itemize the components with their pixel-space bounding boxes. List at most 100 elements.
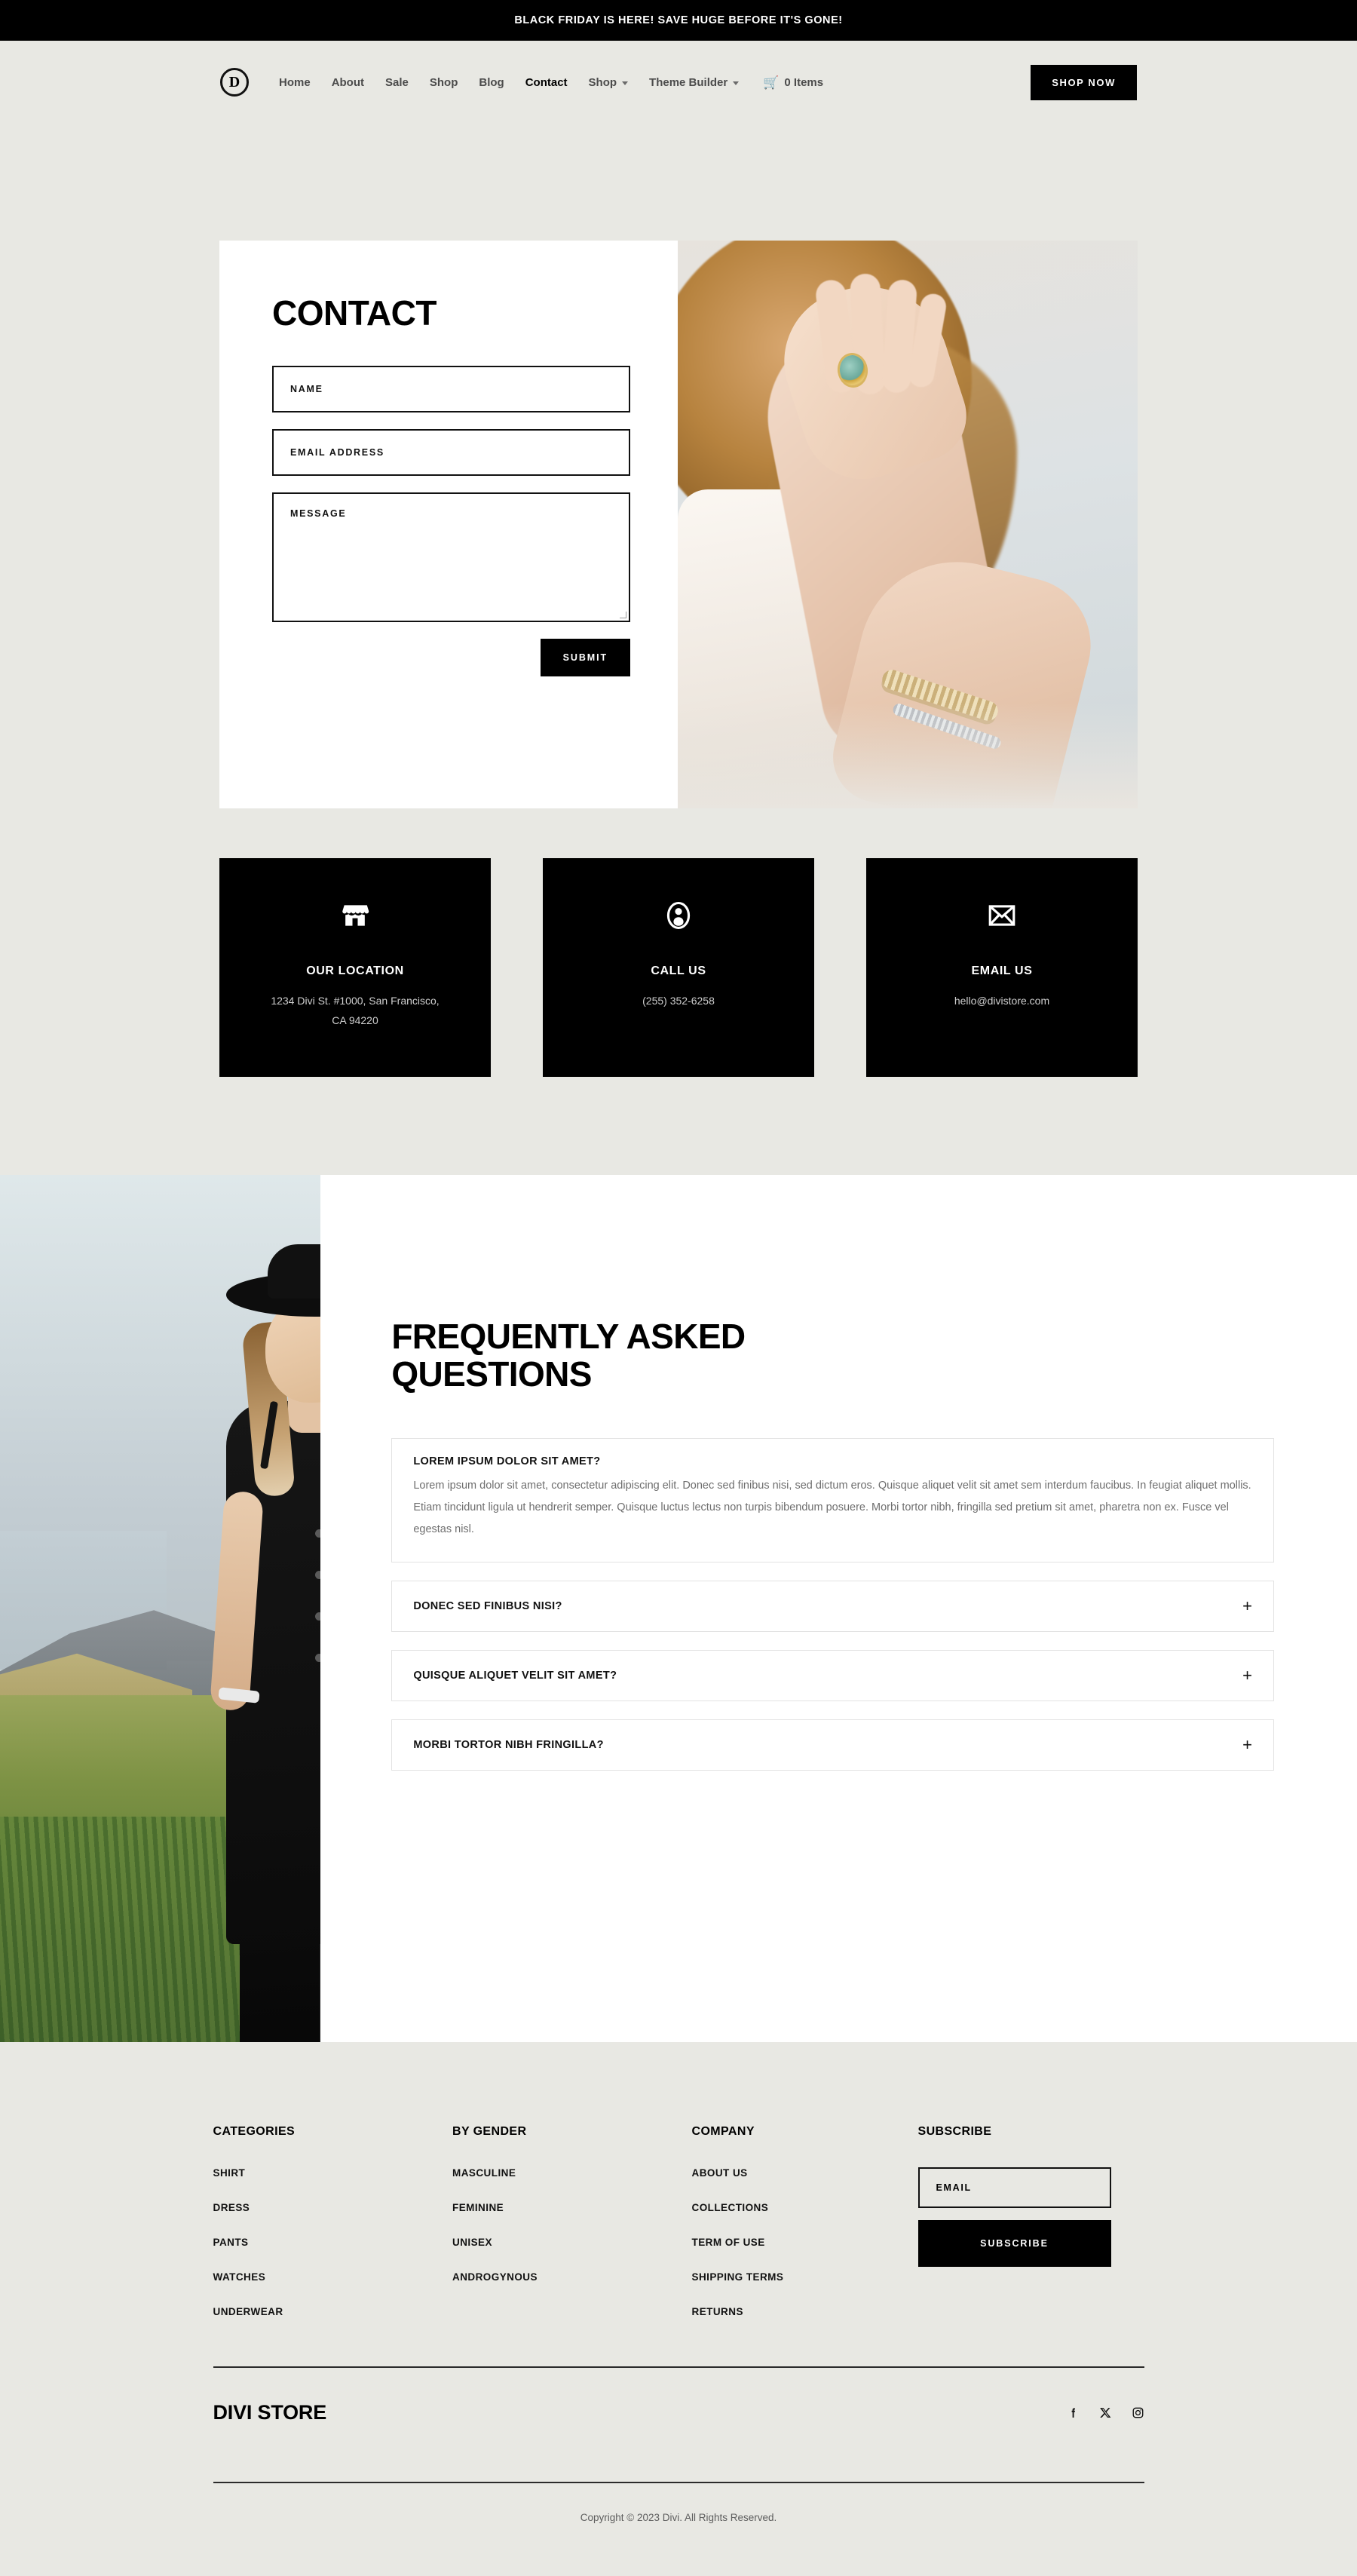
footer-link[interactable]: ANDROGYNOUS [452,2271,692,2283]
footer-columns: CATEGORIES SHIRT DRESS PANTS WATCHES UNDERWEA… [213,2125,1144,2341]
nav-item-label: Blog [479,75,504,89]
info-card-title: OUR LOCATION [306,964,404,977]
resize-handle-icon[interactable] [620,612,626,618]
faq-question-header[interactable]: DONEC SED FINIBUS NISI? + [392,1581,1273,1631]
footer-link[interactable]: COLLECTIONS [692,2202,918,2213]
nav-item-shop[interactable]: Shop [419,76,469,89]
nav-item-about[interactable]: About [321,76,375,89]
footer-column-subscribe: SUBSCRIBE EMAIL SUBSCRIBE [917,2125,1144,2341]
footer-column-categories: CATEGORIES SHIRT DRESS PANTS WATCHES UNDERWEA… [213,2125,453,2341]
logo-letter: D [228,74,240,90]
footer-inner: CATEGORIES SHIRT DRESS PANTS WATCHES UNDERWEA… [213,2125,1144,2576]
faq-question-text: MORBI TORTOR NIBH FRINGILLA? [413,1739,604,1752]
chevron-down-icon [733,81,740,85]
chevron-down-icon [622,81,629,85]
faq-question-text: DONEC SED FINIBUS NISI? [413,1600,562,1613]
subscribe-title: SUBSCRIBE [917,2125,992,2138]
name-input-label: NAME [290,384,323,394]
nav-item-theme-builder[interactable]: Theme Builder [639,76,749,89]
storefront-icon [338,899,372,936]
user-circle-icon [662,899,695,936]
copyright-text: Copyright © 2023 Divi. All Rights Reserv… [580,2512,777,2523]
site-footer: CATEGORIES SHIRT DRESS PANTS WATCHES UNDERWEA… [0,2042,1357,2576]
faq-question-header[interactable]: LOREM IPSUM DOLOR SIT AMET? [392,1439,1273,1475]
submit-button[interactable]: SUBMIT [540,639,630,676]
social-links [1067,2406,1144,2419]
page-root: BLACK FRIDAY IS HERE! SAVE HUGE BEFORE I… [0,0,1357,2576]
footer-brand-name: DIVI STORE [213,2401,327,2424]
main-navigation: Home About Sale Shop Blog Contact Shop Theme Bu… [268,76,1031,89]
message-textarea[interactable]: MESSAGE [272,492,630,622]
faq-item[interactable]: QUISQUE ALIQUET VELIT SIT AMET? + [391,1650,1274,1702]
info-card-call-us: CALL US (255) 352-6258 [543,858,814,1077]
faq-question-header[interactable]: QUISQUE ALIQUET VELIT SIT AMET? + [392,1651,1273,1700]
shop-now-button[interactable]: SHOP NOW [1031,64,1137,100]
footer-brand-row: DIVI STORE [213,2368,1144,2456]
divi-logo-icon[interactable]: D [220,68,249,97]
faq-toggle-icon[interactable]: + [1242,1737,1252,1753]
x-twitter-icon[interactable] [1099,2406,1112,2419]
faq-accordion: LOREM IPSUM DOLOR SIT AMET? Lorem ipsum d… [391,1438,1274,1771]
faq-content: FREQUENTLY ASKED QUESTIONS LOREM IPSUM D… [320,1175,1357,2042]
nav-item-label: Home [279,75,311,89]
footer-link[interactable]: SHIRT [213,2167,453,2179]
faq-toggle-icon[interactable]: + [1242,1598,1252,1615]
faq-question-text: QUISQUE ALIQUET VELIT SIT AMET? [413,1670,617,1682]
jewelry-model-photo [678,241,1138,808]
nav-item-label: Shop [588,75,617,89]
subscribe-button[interactable]: SUBSCRIBE [917,2220,1111,2267]
nav-item-label: Contact [525,75,568,89]
faq-item[interactable]: MORBI TORTOR NIBH FRINGILLA? + [391,1719,1274,1771]
footer-column-title: CATEGORIES [213,2125,296,2138]
info-card-text: 1234 Divi St. #1000, San Francisco, CA 9… [271,995,440,1026]
contact-section: CONTACT NAME EMAIL ADDRESS MESSAGE SUBMI… [0,124,1357,1175]
email-input-label: EMAIL ADDRESS [290,447,384,458]
cart-link[interactable]: 🛒 0 Items [749,76,834,89]
nav-item-shop[interactable]: Shop [578,76,639,89]
footer-column-title: BY GENDER [452,2125,527,2138]
shopping-cart-icon: 🛒 [763,75,780,90]
footer-link[interactable]: WATCHES [213,2271,453,2283]
subscribe-email-input[interactable]: EMAIL [917,2167,1111,2208]
faq-question-header[interactable]: MORBI TORTOR NIBH FRINGILLA? + [392,1720,1273,1770]
nav-item-sale[interactable]: Sale [375,76,419,89]
email-input[interactable]: EMAIL ADDRESS [272,429,630,476]
contact-title: CONTACT [272,293,437,333]
nav-item-contact[interactable]: Contact [515,76,578,89]
footer-column-by-gender: BY GENDER MASCULINE FEMININE UNISEX ANDROGYN… [452,2125,692,2341]
info-card-email-us: EMAIL US hello@divistore.com [866,858,1138,1077]
announcement-bar: BLACK FRIDAY IS HERE! SAVE HUGE BEFORE I… [0,0,1357,41]
footer-link[interactable]: SHIPPING TERMS [692,2271,918,2283]
faq-toggle-icon[interactable]: + [1242,1667,1252,1684]
footer-link[interactable]: DRESS [213,2202,453,2213]
instagram-icon[interactable] [1132,2406,1144,2419]
envelope-icon [985,899,1019,936]
cart-count-label: 0 Items [784,75,824,89]
nav-item-label: About [331,75,365,89]
footer-column-title: COMPANY [691,2125,755,2138]
facebook-icon[interactable] [1067,2406,1080,2419]
nav-item-label: Shop [429,75,458,89]
footer-link[interactable]: PANTS [213,2237,453,2248]
contact-info-cards: OUR LOCATION 1234 Divi St. #1000, San Fra… [219,808,1138,1175]
footer-link[interactable]: UNISEX [452,2237,692,2248]
footer-link[interactable]: RETURNS [692,2306,918,2317]
name-input[interactable]: NAME [272,366,630,412]
footer-link[interactable]: MASCULINE [452,2167,692,2179]
footer-link[interactable]: ABOUT US [692,2167,918,2179]
info-card-text: (255) 352-6258 [642,995,715,1007]
faq-section: FREQUENTLY ASKED QUESTIONS LOREM IPSUM D… [0,1175,1357,2042]
footer-link[interactable]: UNDERWEAR [213,2306,453,2317]
info-card-title: EMAIL US [971,964,1033,977]
footer-link[interactable]: TERM OF USE [692,2237,918,2248]
nav-item-blog[interactable]: Blog [468,76,514,89]
site-header: D Home About Sale Shop Blog Contact Shop Theme … [0,41,1357,124]
nav-item-home[interactable]: Home [268,76,321,89]
faq-answer-text: Lorem ipsum dolor sit amet, consectetur … [413,1480,1251,1536]
footer-link[interactable]: FEMININE [452,2202,692,2213]
faq-model-image [0,1175,321,2042]
contact-hero-image [678,241,1138,808]
faq-item[interactable]: LOREM IPSUM DOLOR SIT AMET? Lorem ipsum d… [391,1438,1274,1563]
subscribe-email-label: EMAIL [936,2182,972,2193]
faq-item[interactable]: DONEC SED FINIBUS NISI? + [391,1581,1274,1633]
